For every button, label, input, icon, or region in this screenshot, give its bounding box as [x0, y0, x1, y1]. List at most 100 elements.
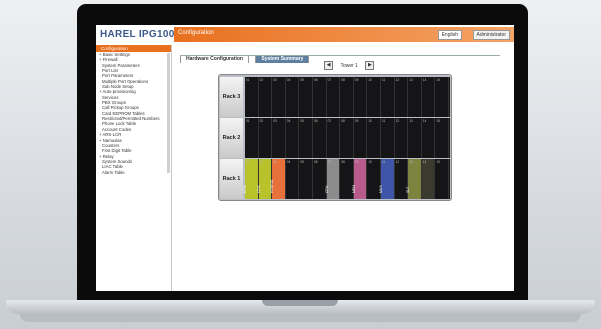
- rack-slot[interactable]: MUX 11: [379, 159, 395, 199]
- rack-slot[interactable]: 06: [313, 159, 327, 199]
- rack-slot[interactable]: 12: [395, 77, 409, 117]
- slot-number: 15: [436, 78, 440, 82]
- card-label: DTIC: [243, 184, 247, 193]
- rack-slot[interactable]: HYBRID 03: [270, 159, 286, 199]
- rack-slot[interactable]: 04: [286, 77, 300, 117]
- slot-number: 09: [354, 160, 359, 164]
- rack-slot[interactable]: 12: [395, 159, 409, 199]
- rack-slot[interactable]: 04: [286, 118, 300, 158]
- rack-slot[interactable]: 14: [422, 77, 436, 117]
- rack-slot[interactable]: 11: [381, 118, 395, 158]
- slot-number: 10: [368, 119, 372, 123]
- rack-slot[interactable]: CPU 07: [325, 159, 341, 199]
- page-title: Configuration: [178, 30, 214, 36]
- rack-label[interactable]: Rack 3: [220, 77, 243, 117]
- tab-bar: Hardware Configuration System Summary: [180, 47, 311, 63]
- slot-number: 11: [382, 160, 386, 164]
- card-label: HYBRID: [270, 179, 275, 193]
- card-label: MUX: [379, 185, 383, 193]
- laptop-notch: [262, 300, 338, 306]
- rack-slot[interactable]: 10: [367, 77, 381, 117]
- rack-slot[interactable]: 01: [245, 77, 259, 117]
- slot-number: 03: [273, 78, 277, 82]
- slot-number: 05: [300, 119, 304, 123]
- slot-number: 10: [368, 78, 372, 82]
- rack-slot[interactable]: MEM 09: [352, 159, 368, 199]
- sidebar-list: + Basic Settings + Firewall System Paramet…: [96, 52, 171, 175]
- rack-slot[interactable]: 02: [259, 77, 273, 117]
- rack-slot[interactable]: 04: [286, 159, 300, 199]
- rack-slot[interactable]: 05: [299, 118, 313, 158]
- rack-slot[interactable]: 06: [313, 77, 327, 117]
- slot-number: 12: [395, 78, 400, 82]
- rack-diagram: Rack 3 01 02 03 04 05 06 07 08 09 10 11 12 13 14 15 Rack…: [218, 74, 452, 201]
- screen: HAREL IPG1000 Configuration English Admi…: [96, 25, 514, 291]
- rack-slot[interactable]: 08: [340, 159, 354, 199]
- main-panel: Hardware Configuration System Summary ◀ …: [174, 45, 514, 291]
- sidebar-scrollbar[interactable]: [167, 53, 170, 173]
- rack-slot[interactable]: 14: [422, 118, 436, 158]
- logo: HAREL IPG1000: [96, 25, 180, 45]
- top-bar: Configuration English Administrator: [174, 27, 514, 42]
- slot-number: 05: [300, 160, 304, 164]
- rack-label[interactable]: Rack 1: [220, 159, 243, 199]
- rack-slot[interactable]: 10: [367, 118, 381, 158]
- slot-number: 13: [409, 78, 413, 82]
- slot-number: 01: [246, 78, 250, 82]
- rack-slot[interactable]: 05: [299, 77, 313, 117]
- rack-slot[interactable]: 15: [435, 77, 449, 117]
- card-label: DTIC: [256, 184, 261, 193]
- slot-number: 10: [368, 160, 372, 164]
- sidebar-header[interactable]: Configuration: [96, 45, 171, 52]
- slot-number: 04: [286, 119, 291, 123]
- rack-slot[interactable]: 03: [272, 77, 286, 117]
- slot-number: 11: [382, 78, 386, 82]
- rack-slot[interactable]: 08: [340, 77, 354, 117]
- slot-number: 06: [314, 119, 318, 123]
- slot-number: 02: [259, 119, 264, 123]
- rack-slot[interactable]: 08: [340, 118, 354, 158]
- slot-number: 14: [422, 119, 427, 123]
- sidebar: Configuration + Basic Settings + Firewall…: [96, 45, 172, 291]
- rack-slot[interactable]: DTIC 01: [243, 159, 259, 199]
- user-menu[interactable]: Administrator: [472, 30, 510, 40]
- card-label: SLT: [406, 186, 411, 193]
- sidebar-item[interactable]: Alarm Table: [96, 170, 171, 175]
- rack-slot[interactable]: 09: [354, 77, 368, 117]
- rack-slot[interactable]: 10: [367, 159, 381, 199]
- slot-number: 07: [327, 119, 332, 123]
- slot-number: 08: [341, 119, 345, 123]
- tab-hardware-configuration[interactable]: Hardware Configuration: [180, 55, 249, 63]
- rack-slot[interactable]: 06: [313, 118, 327, 158]
- rack-label[interactable]: Rack 2: [220, 118, 243, 158]
- rack-slot[interactable]: 12: [395, 118, 409, 158]
- rack-slot[interactable]: 11: [381, 77, 395, 117]
- slot-number: 03: [273, 160, 277, 164]
- rack-slot[interactable]: 07: [327, 77, 341, 117]
- slot-number: 15: [436, 119, 440, 123]
- slot-number: 02: [259, 78, 264, 82]
- rack-slot[interactable]: 13: [408, 118, 422, 158]
- rack-slot[interactable]: 01: [245, 118, 259, 158]
- rack-slot-row: DTIC 01 DTIC 02 HYBRID 03 04 05 06 CPU 07 08 MEM 09 10…: [243, 159, 450, 199]
- slot-number: 14: [422, 160, 427, 164]
- slot-number: 12: [395, 160, 400, 164]
- rack-slot[interactable]: 15: [435, 118, 449, 158]
- slot-number: 09: [354, 119, 359, 123]
- rack-slot[interactable]: 15: [435, 159, 449, 199]
- prev-tower-button[interactable]: ◀: [324, 61, 333, 71]
- rack-slot[interactable]: 03: [272, 118, 286, 158]
- slot-number: 05: [300, 78, 304, 82]
- rack-slot[interactable]: 14: [421, 159, 436, 199]
- rack-slot[interactable]: 02: [259, 118, 273, 158]
- next-tower-button[interactable]: ▶: [365, 61, 375, 71]
- language-select[interactable]: English: [437, 30, 462, 40]
- rack-slot[interactable]: 09: [354, 118, 368, 158]
- rack-slot[interactable]: SLT 13: [406, 159, 422, 199]
- rack-slot[interactable]: 07: [327, 118, 341, 158]
- tab-system-summary[interactable]: System Summary: [255, 55, 310, 63]
- slot-number: 01: [246, 160, 250, 164]
- rack-slot[interactable]: 05: [299, 159, 313, 199]
- slot-number: 09: [354, 78, 359, 82]
- rack-slot[interactable]: 13: [408, 77, 422, 117]
